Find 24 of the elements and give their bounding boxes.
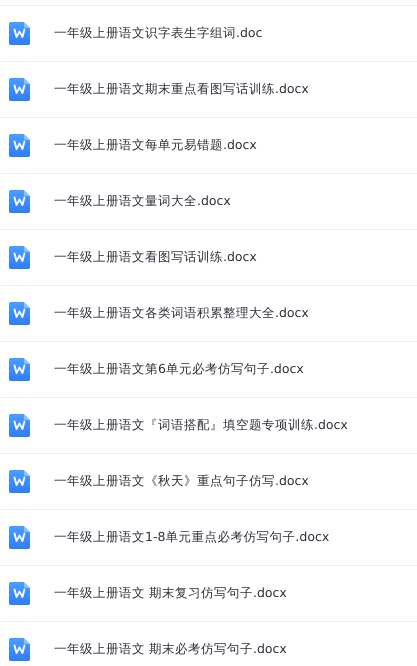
file-name[interactable]: 一年级上册语文量词大全.docx xyxy=(54,193,231,210)
document-icon xyxy=(9,358,30,381)
document-icon xyxy=(9,302,30,325)
document-icon xyxy=(9,22,30,45)
document-icon xyxy=(9,638,30,661)
file-name[interactable]: 一年级上册语文看图写话训练.docx xyxy=(54,249,257,266)
file-name[interactable]: 一年级上册语文每单元易错题.docx xyxy=(54,137,257,154)
file-name[interactable]: 一年级上册语文『词语搭配』填空题专项训练.docx xyxy=(54,417,348,434)
document-icon xyxy=(9,470,30,493)
file-name[interactable]: 一年级上册语文 期末复习仿写句子.docx xyxy=(54,585,287,602)
document-icon xyxy=(9,134,30,157)
document-icon xyxy=(9,246,30,269)
file-name[interactable]: 一年级上册语文第6单元必考仿写句子.docx xyxy=(54,361,304,378)
document-icon xyxy=(9,526,30,549)
file-name[interactable]: 一年级上册语文期末重点看图写话训练.docx xyxy=(54,81,309,98)
file-name[interactable]: 一年级上册语文各类词语积累整理大全.docx xyxy=(54,305,309,322)
document-icon xyxy=(9,414,30,437)
document-icon xyxy=(9,78,30,101)
document-icon xyxy=(9,190,30,213)
file-name[interactable]: 一年级上册语文识字表生字组词.doc xyxy=(54,25,262,42)
file-name[interactable]: 一年级上册语文1-8单元重点必考仿写句子.docx xyxy=(54,529,330,546)
file-name[interactable]: 一年级上册语文《秋天》重点句子仿写.docx xyxy=(54,473,309,490)
document-icon xyxy=(9,582,30,605)
file-name[interactable]: 一年级上册语文 期末必考仿写句子.docx xyxy=(54,641,287,658)
